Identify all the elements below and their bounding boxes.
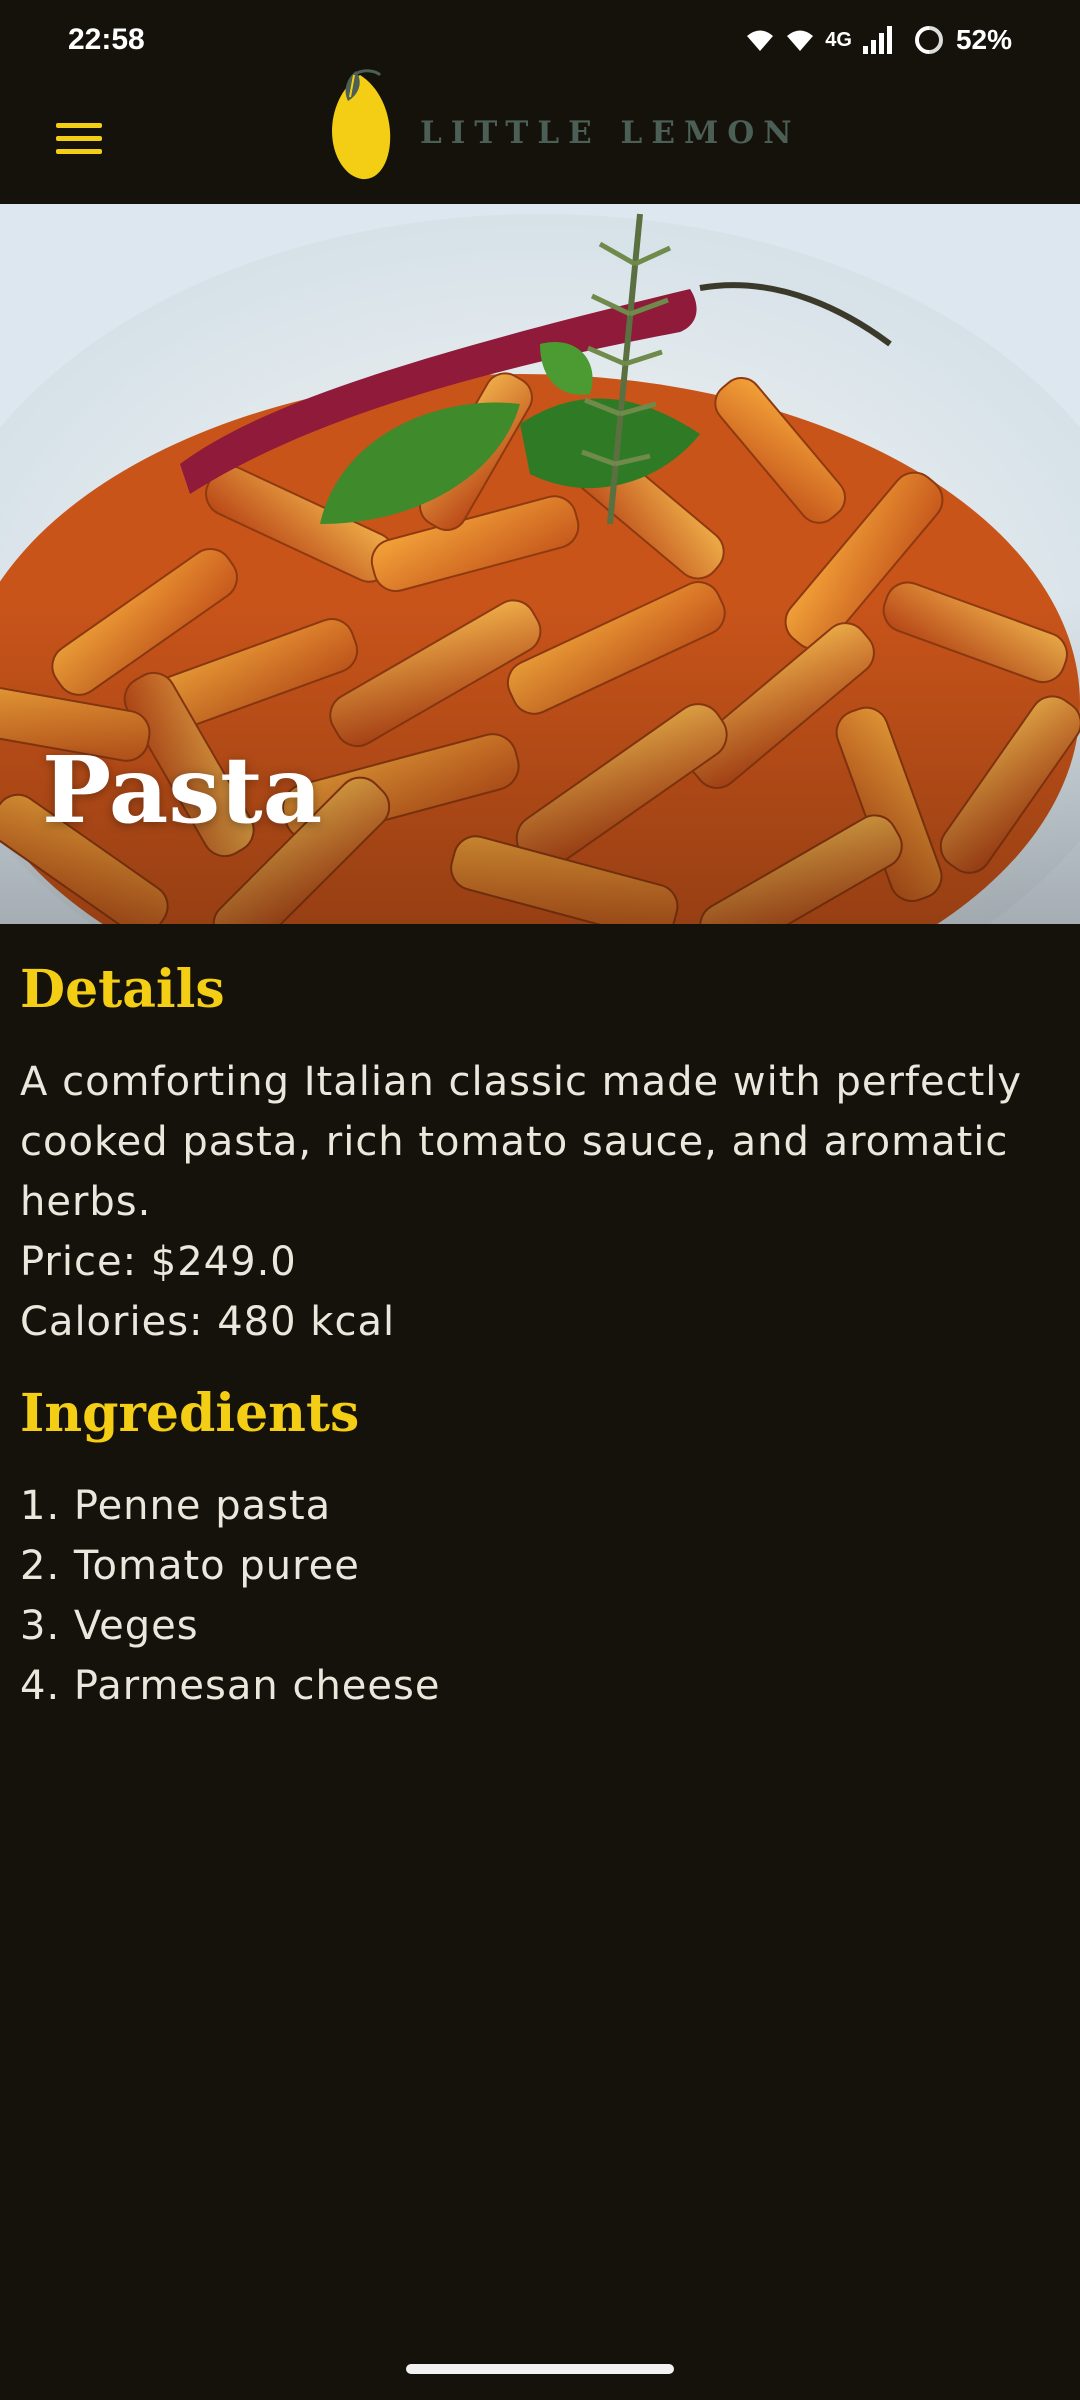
ingredients-list: 1. Penne pasta 2. Tomato puree 3. Veges … [20, 1476, 1060, 1716]
dish-calories: Calories: 480 kcal [20, 1299, 396, 1345]
hero-image: Pasta [0, 204, 1080, 924]
status-time: 22:58 [68, 23, 145, 56]
battery-percentage: 52% [955, 24, 1012, 55]
ingredient-item: 1. Penne pasta [20, 1483, 332, 1529]
app-logo: LITTLE LEMON [324, 64, 801, 188]
wifi-icon [747, 30, 774, 51]
battery-icon [914, 25, 944, 55]
dish-title: Pasta [42, 736, 323, 844]
wifi-icon [787, 30, 814, 51]
signal-icon [862, 26, 892, 54]
home-indicator[interactable] [406, 2364, 674, 2374]
details-heading: Details [20, 959, 225, 1020]
dish-details: Details A comforting Italian classic mad… [20, 950, 1060, 1716]
ingredient-item: 2. Tomato puree [20, 1543, 360, 1589]
menu-button[interactable] [44, 104, 114, 174]
hamburger-menu-icon [56, 123, 102, 154]
network-type: 4G [825, 28, 852, 51]
ingredient-item: 3. Veges [20, 1603, 199, 1649]
ingredient-item: 4. Parmesan cheese [20, 1663, 441, 1709]
ingredients-heading: Ingredients [20, 1383, 360, 1444]
status-icons: 4G 52% [745, 20, 1012, 60]
logo-text: LITTLE LEMON [420, 115, 801, 151]
lemon-logo-icon [332, 69, 391, 180]
dish-description: A comforting Italian classic made with p… [20, 1059, 1023, 1225]
dish-price: Price: $249.0 [20, 1239, 297, 1285]
app-bar: LITTLE LEMON [0, 69, 1080, 204]
